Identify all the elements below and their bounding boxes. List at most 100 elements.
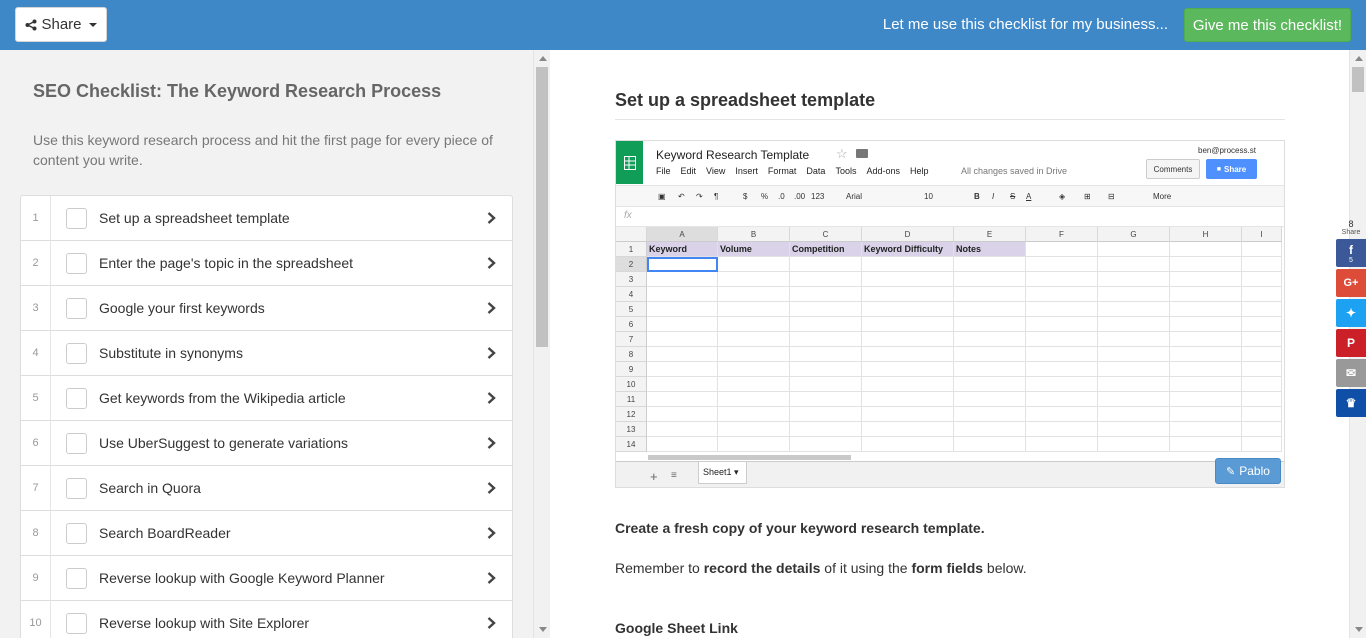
task-heading: Set up a spreadsheet template xyxy=(615,90,876,110)
sidebar-scrollbar[interactable] xyxy=(533,50,550,638)
row-header: 1 xyxy=(616,242,647,257)
pablo-button[interactable]: ✎ Pablo xyxy=(1215,458,1281,484)
sheet-cell xyxy=(1098,257,1170,272)
task-item[interactable]: 9 Reverse lookup with Google Keyword Plan… xyxy=(21,555,512,601)
sheet-cell xyxy=(1170,392,1242,407)
currency-format: $ xyxy=(743,192,748,201)
sheet-cell xyxy=(1098,407,1170,422)
sheet-menu-item: Help xyxy=(909,166,929,176)
sheet-tab: Sheet1 ▾ xyxy=(698,462,747,484)
twitter-share-button[interactable]: ✦ xyxy=(1336,299,1366,327)
sheet-cell xyxy=(1242,392,1282,407)
task-item[interactable]: 5 Get keywords from the Wikipedia article xyxy=(21,375,512,421)
chevron-right-icon xyxy=(487,572,496,584)
italic-button: I xyxy=(992,192,995,201)
sheet-cell xyxy=(718,287,790,302)
crown-icon: ♛ xyxy=(1345,396,1357,410)
task-checkbox[interactable] xyxy=(66,388,87,409)
reminder-text-part: below. xyxy=(983,560,1027,576)
task-checkbox[interactable] xyxy=(66,478,87,499)
task-checkbox[interactable] xyxy=(66,298,87,319)
task-label: Search BoardReader xyxy=(99,525,231,541)
column-header: C xyxy=(790,227,862,242)
task-item[interactable]: 8 Search BoardReader xyxy=(21,510,512,556)
google-plus-share-button[interactable]: G+ xyxy=(1336,269,1366,297)
main-scroll-thumb[interactable] xyxy=(1352,67,1364,92)
pinterest-share-button[interactable]: P xyxy=(1336,329,1366,357)
sheet-cell xyxy=(862,407,954,422)
task-checkbox[interactable] xyxy=(66,613,87,634)
sheet-cell xyxy=(790,362,862,377)
reminder-text-part: of it using the xyxy=(820,560,912,576)
sheet-cell: Keyword xyxy=(647,242,718,257)
business-use-link[interactable]: Let me use this checklist for my busines… xyxy=(883,16,1168,33)
more-button: More xyxy=(1153,192,1172,201)
email-share-button[interactable]: ✉ xyxy=(1336,359,1366,387)
get-checklist-button[interactable]: Give me this checklist! xyxy=(1184,8,1351,42)
scroll-up-icon[interactable] xyxy=(1355,56,1363,61)
sheet-cell xyxy=(862,302,954,317)
sheet-menu-item: Insert xyxy=(735,166,758,176)
pinterest-icon: P xyxy=(1346,336,1355,350)
task-item[interactable]: 10 Reverse lookup with Site Explorer xyxy=(21,600,512,638)
scroll-down-icon[interactable] xyxy=(1355,627,1363,632)
sheet-cell xyxy=(1242,287,1282,302)
sheet-cell xyxy=(647,422,718,437)
task-item[interactable]: 6 Use UberSuggest to generate variations xyxy=(21,420,512,466)
task-checkbox[interactable] xyxy=(66,253,87,274)
sheet-cell xyxy=(1242,407,1282,422)
scroll-up-icon[interactable] xyxy=(539,56,547,61)
task-checkbox[interactable] xyxy=(66,208,87,229)
instruction-text: Create a fresh copy of your keyword rese… xyxy=(615,520,985,536)
task-item[interactable]: 2 Enter the page's topic in the spreadshe… xyxy=(21,240,512,286)
task-item[interactable]: 3 Google your first keywords xyxy=(21,285,512,331)
sheet-cell xyxy=(790,392,862,407)
sheet-cell xyxy=(718,422,790,437)
sheet-cell xyxy=(647,287,718,302)
sheet-cell xyxy=(954,257,1026,272)
sheet-cell xyxy=(1026,257,1098,272)
sheet-cell xyxy=(790,272,862,287)
sheet-cell xyxy=(862,287,954,302)
facebook-share-button[interactable]: f5 xyxy=(1336,239,1366,267)
task-checkbox[interactable] xyxy=(66,568,87,589)
task-checkbox[interactable] xyxy=(66,433,87,454)
sheet-hscroll xyxy=(648,455,851,460)
scroll-down-icon[interactable] xyxy=(539,627,547,632)
bold-button: B xyxy=(974,192,980,201)
star-icon: ☆ xyxy=(836,146,848,161)
sheet-cell xyxy=(790,422,862,437)
sheet-cell xyxy=(1242,422,1282,437)
task-checkbox[interactable] xyxy=(66,523,87,544)
task-item[interactable]: 1 Set up a spreadsheet template xyxy=(21,195,512,241)
task-item[interactable]: 4 Substitute in synonyms xyxy=(21,330,512,376)
reminder-text: Remember to record the details of it usi… xyxy=(615,560,1027,576)
sheet-cell xyxy=(862,377,954,392)
task-item[interactable]: 7 Search in Quora xyxy=(21,465,512,511)
column-header: I xyxy=(1242,227,1282,242)
sumome-button[interactable]: ♛ xyxy=(1336,389,1366,417)
sheet-cell xyxy=(790,257,862,272)
sheet-cell xyxy=(1026,407,1098,422)
row-header: 11 xyxy=(616,392,647,407)
sidebar-scroll-thumb[interactable] xyxy=(536,67,548,347)
sheet-cell xyxy=(1098,242,1170,257)
chevron-right-icon xyxy=(487,302,496,314)
sheet-cell xyxy=(1170,302,1242,317)
share-dropdown-button[interactable]: Share xyxy=(15,7,107,42)
sheet-cell xyxy=(718,317,790,332)
task-number: 2 xyxy=(21,240,51,286)
sheet-cell xyxy=(1170,347,1242,362)
font-select: Arial xyxy=(846,192,863,201)
sheet-cell xyxy=(1170,317,1242,332)
column-header: H xyxy=(1170,227,1242,242)
checklist-title: SEO Checklist: The Keyword Research Proc… xyxy=(33,81,442,101)
decrease-decimal: .0 xyxy=(778,192,785,201)
sheet-cell xyxy=(954,332,1026,347)
folder-icon xyxy=(856,149,868,158)
task-checkbox[interactable] xyxy=(66,343,87,364)
sheet-cell xyxy=(862,347,954,362)
chevron-right-icon xyxy=(487,617,496,629)
text-color-button: A xyxy=(1026,192,1032,201)
task-number: 6 xyxy=(21,420,51,466)
